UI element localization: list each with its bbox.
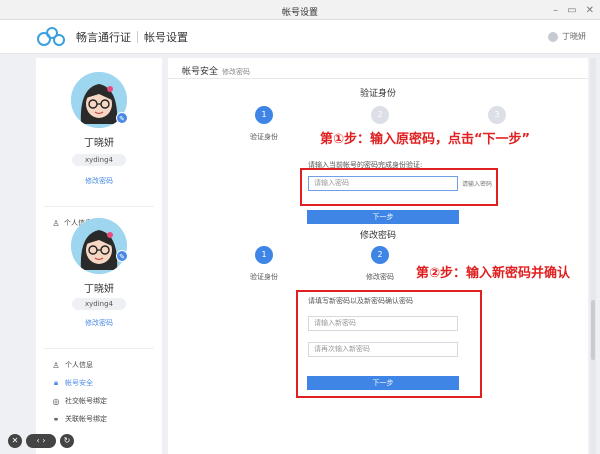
- scrollbar-thumb[interactable]: [591, 300, 595, 360]
- user-name: 丁晓妍: [562, 31, 586, 42]
- window-title: 帐号设置: [282, 8, 318, 18]
- user-menu[interactable]: 丁晓妍: [548, 31, 586, 42]
- sidebar-divider: [44, 348, 154, 349]
- user-avatar: [548, 32, 558, 42]
- avatar-illustration-icon: [71, 218, 127, 274]
- header-divider: [137, 31, 138, 43]
- scrollbar-track[interactable]: [590, 58, 596, 454]
- tab-label: 帐号安全: [182, 67, 218, 77]
- annotation-box-step2: [296, 290, 482, 398]
- tab-account-security[interactable]: 帐号安全修改密码: [182, 64, 250, 77]
- minimize-icon[interactable]: –: [553, 5, 558, 16]
- profile-name: 丁晓妍: [36, 280, 162, 295]
- user-icon: ♙: [52, 219, 60, 228]
- tab-divider: [168, 78, 588, 79]
- step-3-circle: 3: [488, 106, 506, 124]
- change-password-link[interactable]: 修改密码: [36, 318, 162, 328]
- sidebar-item-social-binding[interactable]: ◎ 社交帐号绑定: [52, 396, 107, 406]
- close-icon[interactable]: ✕: [8, 434, 22, 448]
- step-1-circle: 1: [255, 246, 273, 264]
- user-icon: ♙: [52, 361, 60, 370]
- step-1-circle: 1: [255, 106, 273, 124]
- sidebar-item-label: 帐号安全: [65, 378, 93, 388]
- back-forward-icon[interactable]: ‹ ›: [26, 434, 56, 448]
- profile-id-badge: xyding4: [72, 298, 126, 310]
- step-2-circle: 2: [371, 246, 389, 264]
- sidebar: ✎ 丁晓妍 xyding4 修改密码 ♙ 个人信息 ✎ 丁晓妍 xyding4 …: [36, 58, 162, 454]
- step-2-label: 修改密码: [350, 272, 410, 282]
- social-icon: ◎: [52, 397, 60, 406]
- step-2-circle: 2: [371, 106, 389, 124]
- sidebar-item-label: 个人信息: [65, 360, 93, 370]
- tab-sub-label: 修改密码: [222, 68, 250, 76]
- verify-section-title: 验证身份: [168, 86, 588, 99]
- close-icon[interactable]: ✕: [586, 5, 594, 16]
- sidebar-item-linked-accounts[interactable]: ⚭ 关联帐号绑定: [52, 414, 107, 424]
- brand-name: 畅言通行证: [76, 29, 131, 45]
- verify-next-button[interactable]: 下一步: [307, 210, 459, 224]
- maximize-icon[interactable]: ▭: [567, 5, 576, 16]
- link-icon: ⚭: [52, 415, 60, 424]
- profile-name: 丁晓妍: [36, 134, 162, 149]
- change-section-title: 修改密码: [168, 228, 588, 241]
- annotation-step1: 第①步：输入原密码，点击“下一步”: [320, 128, 530, 147]
- header-page-title: 帐号设置: [144, 29, 188, 45]
- annotation-box-step1: [300, 168, 498, 206]
- app-header: 畅言通行证 帐号设置 丁晓妍: [0, 20, 600, 54]
- edit-avatar-icon[interactable]: ✎: [116, 112, 128, 124]
- window-controls: – ▭ ✕: [553, 0, 594, 20]
- logo-icon: [36, 26, 66, 48]
- sidebar-item-account-security[interactable]: 🔒︎ 帐号安全: [52, 378, 93, 388]
- change-password-link[interactable]: 修改密码: [36, 176, 162, 186]
- profile-avatar-large[interactable]: [71, 218, 127, 274]
- bottom-controls: ✕ ‹ › ↻: [8, 434, 74, 448]
- sidebar-item-label: 社交帐号绑定: [65, 396, 107, 406]
- sidebar-item-personal-info[interactable]: ♙ 个人信息: [52, 360, 93, 370]
- annotation-step2: 第②步：输入新密码并确认: [416, 262, 570, 281]
- step-1-label: 验证身份: [234, 272, 294, 282]
- sidebar-item-label: 关联帐号绑定: [65, 414, 107, 424]
- title-bar: 帐号设置 – ▭ ✕: [0, 0, 600, 20]
- edit-avatar-icon[interactable]: ✎: [116, 250, 128, 262]
- step-1-label: 验证身份: [234, 132, 294, 142]
- refresh-icon[interactable]: ↻: [60, 434, 74, 448]
- sidebar-divider: [44, 206, 154, 207]
- profile-id-badge: xyding4: [72, 154, 126, 166]
- lock-icon: 🔒︎: [52, 378, 60, 388]
